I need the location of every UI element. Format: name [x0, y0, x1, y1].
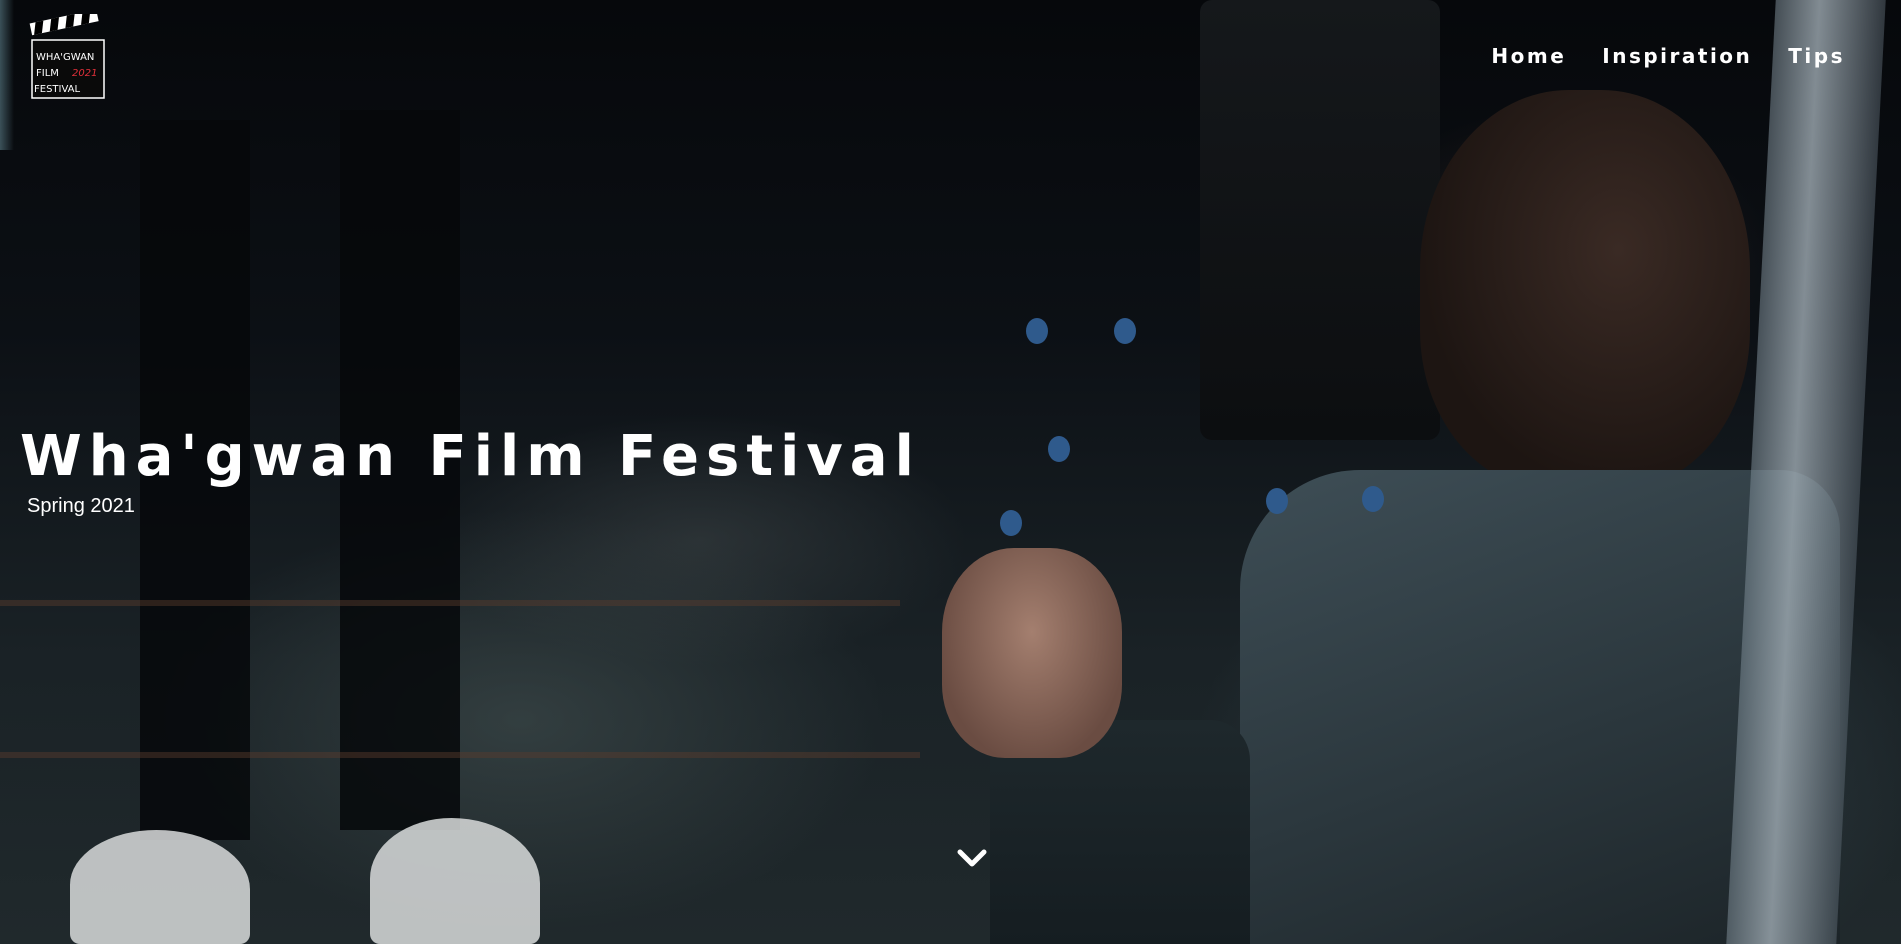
background-rig-knob	[1048, 436, 1070, 462]
logo-line2-right: 2021	[72, 68, 97, 79]
background-step	[0, 752, 920, 758]
background-step	[0, 600, 900, 606]
background-rig-knob	[1362, 486, 1384, 512]
hero-title: Wha'gwan Film Festival	[20, 424, 921, 489]
background-rig-knob	[1266, 488, 1288, 514]
chevron-down-icon[interactable]	[956, 846, 988, 870]
background-rig-knob	[1114, 318, 1136, 344]
nav-link-tips[interactable]: Tips	[1788, 44, 1845, 68]
background-rig-knob	[1026, 318, 1048, 344]
background-person-hand	[942, 548, 1122, 758]
background-camera	[1200, 0, 1440, 440]
background-rig-knob	[1000, 510, 1022, 536]
logo-line1: WHA'GWAN	[36, 52, 94, 63]
background-curtain-left	[0, 0, 14, 150]
hero-subtitle: Spring 2021	[27, 495, 135, 517]
logo-line3: FESTIVAL	[34, 84, 81, 95]
background-person-head	[1420, 90, 1750, 490]
nav-link-home[interactable]: Home	[1491, 44, 1566, 68]
background-shoe	[70, 830, 250, 944]
background-shoe	[370, 818, 540, 944]
main-nav: Home Inspiration Tips	[1491, 44, 1845, 68]
nav-link-inspiration[interactable]: Inspiration	[1602, 44, 1752, 68]
festival-logo[interactable]: WHA'GWAN FILM 2021 FESTIVAL	[28, 14, 106, 102]
background-curtain-right	[1726, 0, 1886, 944]
logo-line2-left: FILM	[36, 68, 59, 79]
